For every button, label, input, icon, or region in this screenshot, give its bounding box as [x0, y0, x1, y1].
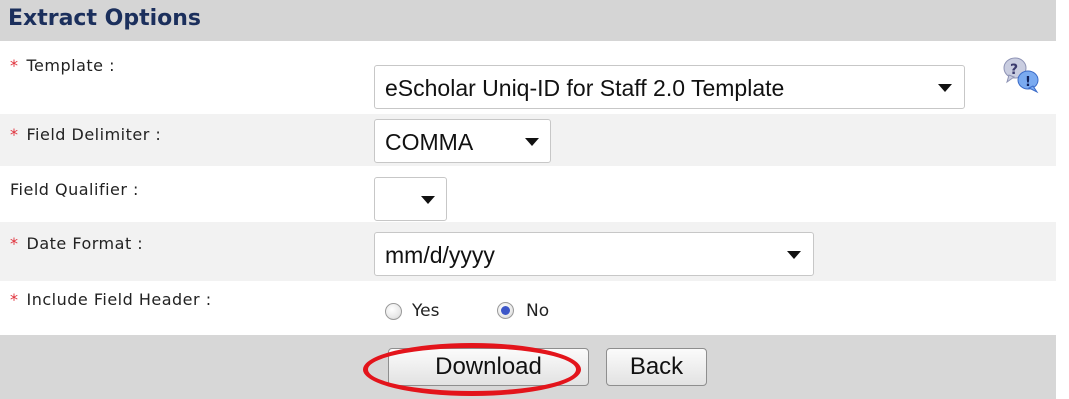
back-button[interactable]: Back [606, 348, 707, 386]
date-format-label: * Date Format : [10, 234, 144, 253]
chevron-down-icon [787, 251, 801, 259]
actions-bar: Download Back [0, 335, 1056, 399]
date-format-select-value: mm/d/yyyy [385, 242, 495, 268]
svg-text:?: ? [1010, 62, 1018, 78]
include-header-yes-radio[interactable] [385, 303, 402, 320]
panel-title: Extract Options [8, 6, 202, 31]
include-header-yes-label: Yes [412, 301, 440, 321]
required-marker: * [10, 56, 19, 75]
template-select-value: eScholar Uniq-ID for Staff 2.0 Template [385, 75, 785, 101]
extract-options-panel: Extract Options * Template : eScholar Uni… [0, 0, 1056, 399]
chevron-down-icon [525, 138, 539, 146]
template-label: * Template : [10, 56, 115, 75]
download-button[interactable]: Download [388, 348, 589, 386]
svg-text:!: ! [1025, 75, 1031, 90]
chevron-down-icon [421, 196, 435, 204]
field-qualifier-label: Field Qualifier : [10, 180, 139, 199]
include-field-header-label: * Include Field Header : [10, 290, 212, 309]
field-delimiter-select[interactable]: COMMA [374, 119, 551, 163]
date-format-row: * Date Format : mm/d/yyyy [0, 222, 1056, 281]
include-field-header-row: * Include Field Header : Yes No [0, 281, 1056, 335]
field-delimiter-row: * Field Delimiter : COMMA [0, 114, 1056, 166]
include-header-no-label: No [526, 301, 550, 321]
field-delimiter-select-value: COMMA [385, 129, 474, 155]
field-delimiter-label: * Field Delimiter : [10, 125, 162, 144]
field-qualifier-row: Field Qualifier : [0, 166, 1056, 222]
chevron-down-icon [938, 84, 952, 92]
field-qualifier-select[interactable] [374, 177, 447, 221]
template-row: * Template : eScholar Uniq-ID for Staff 2… [0, 41, 1056, 114]
date-format-select[interactable]: mm/d/yyyy [374, 232, 814, 276]
include-header-no-radio[interactable] [497, 302, 514, 319]
help-question-icon[interactable]: ? ! [1001, 55, 1041, 95]
template-select[interactable]: eScholar Uniq-ID for Staff 2.0 Template [374, 65, 965, 109]
panel-header: Extract Options [0, 0, 1056, 41]
